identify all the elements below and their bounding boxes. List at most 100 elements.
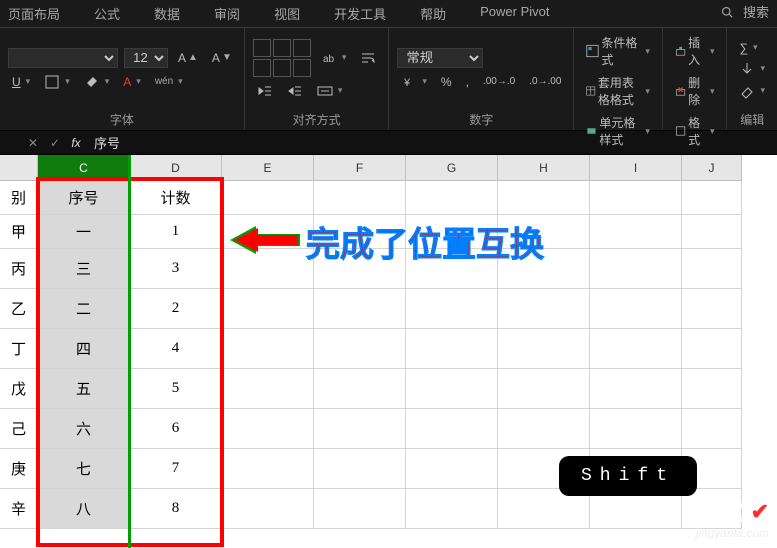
format-as-table-button[interactable]: 套用表格格式 [582, 72, 654, 110]
number-format-select[interactable]: 常规 [397, 48, 483, 68]
cell[interactable]: 己 [0, 409, 38, 449]
col-header-c[interactable]: C [38, 155, 130, 181]
cell[interactable]: 一 [38, 215, 130, 249]
cell[interactable]: 丙 [0, 249, 38, 289]
decrease-decimal-button[interactable]: .0→.00 [525, 74, 565, 89]
cell[interactable]: 四 [38, 329, 130, 369]
cell[interactable] [406, 289, 498, 329]
comma-button[interactable]: , [462, 73, 473, 91]
cell[interactable] [406, 409, 498, 449]
cell[interactable] [222, 489, 314, 529]
tab-page-layout[interactable]: 页面布局 [4, 2, 64, 25]
cell[interactable] [590, 329, 682, 369]
cell[interactable]: 戊 [0, 369, 38, 409]
percent-button[interactable]: % [437, 73, 456, 91]
cell[interactable] [314, 181, 406, 215]
cell[interactable]: 丁 [0, 329, 38, 369]
border-button[interactable] [40, 72, 74, 92]
col-header-g[interactable]: G [406, 155, 498, 181]
cell[interactable]: 乙 [0, 289, 38, 329]
cell[interactable] [222, 181, 314, 215]
cell[interactable]: 8 [130, 489, 222, 529]
tab-data[interactable]: 数据 [150, 2, 184, 25]
cell[interactable]: 庚 [0, 449, 38, 489]
col-header-j[interactable]: J [682, 155, 742, 181]
cell[interactable] [590, 409, 682, 449]
tab-formulas[interactable]: 公式 [90, 2, 124, 25]
col-header-h[interactable]: H [498, 155, 590, 181]
merge-center-button[interactable] [313, 81, 347, 101]
cell[interactable] [406, 489, 498, 529]
cell[interactable] [498, 409, 590, 449]
underline-button[interactable]: U [8, 73, 34, 91]
cell[interactable]: 7 [130, 449, 222, 489]
cell[interactable] [498, 289, 590, 329]
fill-button[interactable] [735, 59, 769, 79]
clear-button[interactable] [735, 81, 769, 101]
cell[interactable] [314, 369, 406, 409]
cell[interactable]: 5 [130, 369, 222, 409]
cell[interactable] [314, 289, 406, 329]
cell[interactable]: 七 [38, 449, 130, 489]
cell[interactable]: 1 [130, 215, 222, 249]
cell[interactable] [222, 369, 314, 409]
cell[interactable] [498, 329, 590, 369]
cell[interactable] [406, 449, 498, 489]
cell[interactable]: 计数 [130, 181, 222, 215]
search-box[interactable]: 搜索 [721, 0, 773, 23]
cell[interactable] [222, 289, 314, 329]
cell[interactable] [498, 369, 590, 409]
formula-input[interactable]: 序号 [86, 133, 777, 152]
cell[interactable] [682, 329, 742, 369]
tab-help[interactable]: 帮助 [416, 2, 450, 25]
cell[interactable]: 别 [0, 181, 38, 215]
currency-button[interactable]: ¥ [397, 72, 431, 92]
spreadsheet[interactable]: C D E F G H I J 别 序号 计数 甲一1丙三3乙二2丁四4戊五5己… [0, 155, 777, 548]
cell[interactable] [498, 181, 590, 215]
cell[interactable]: 五 [38, 369, 130, 409]
delete-button[interactable]: 删除 [671, 72, 719, 110]
cell[interactable] [406, 329, 498, 369]
cell[interactable] [406, 369, 498, 409]
conditional-formatting-button[interactable]: 条件格式 [582, 32, 654, 70]
confirm-formula-button[interactable]: ✓ [44, 136, 66, 150]
insert-button[interactable]: 插入 [671, 32, 719, 70]
fill-color-button[interactable] [80, 72, 114, 92]
cell[interactable] [314, 489, 406, 529]
increase-font-icon[interactable]: A▲ [174, 49, 202, 67]
cell[interactable]: 3 [130, 249, 222, 289]
cell[interactable]: 二 [38, 289, 130, 329]
cell[interactable] [314, 409, 406, 449]
col-header-d[interactable]: D [130, 155, 222, 181]
cell[interactable] [590, 215, 682, 249]
tab-developer[interactable]: 开发工具 [330, 2, 390, 25]
cell[interactable] [682, 181, 742, 215]
tab-view[interactable]: 视图 [270, 2, 304, 25]
increase-decimal-button[interactable]: .00→.0 [479, 74, 519, 89]
cell[interactable] [222, 449, 314, 489]
col-header-e[interactable]: E [222, 155, 314, 181]
col-header-i[interactable]: I [590, 155, 682, 181]
wrap-text-button[interactable] [356, 48, 380, 68]
indent-decrease-button[interactable] [253, 81, 277, 101]
cell[interactable] [590, 369, 682, 409]
cell[interactable] [682, 369, 742, 409]
cell[interactable]: 2 [130, 289, 222, 329]
alignment-grid[interactable] [253, 39, 311, 77]
decrease-font-icon[interactable]: A▼ [208, 49, 236, 67]
cancel-formula-button[interactable]: ✕ [22, 136, 44, 150]
cell[interactable]: 三 [38, 249, 130, 289]
cell[interactable]: 辛 [0, 489, 38, 529]
orientation-button[interactable]: ab [317, 48, 351, 68]
indent-increase-button[interactable] [283, 81, 307, 101]
autosum-button[interactable]: ∑ [735, 39, 769, 57]
cell[interactable] [590, 249, 682, 289]
font-name-select[interactable] [8, 48, 118, 68]
cell[interactable] [314, 449, 406, 489]
tab-power-pivot[interactable]: Power Pivot [476, 2, 553, 25]
cell[interactable] [682, 215, 742, 249]
cell[interactable]: 甲 [0, 215, 38, 249]
cell[interactable] [682, 409, 742, 449]
cell[interactable] [682, 249, 742, 289]
cell[interactable] [682, 289, 742, 329]
